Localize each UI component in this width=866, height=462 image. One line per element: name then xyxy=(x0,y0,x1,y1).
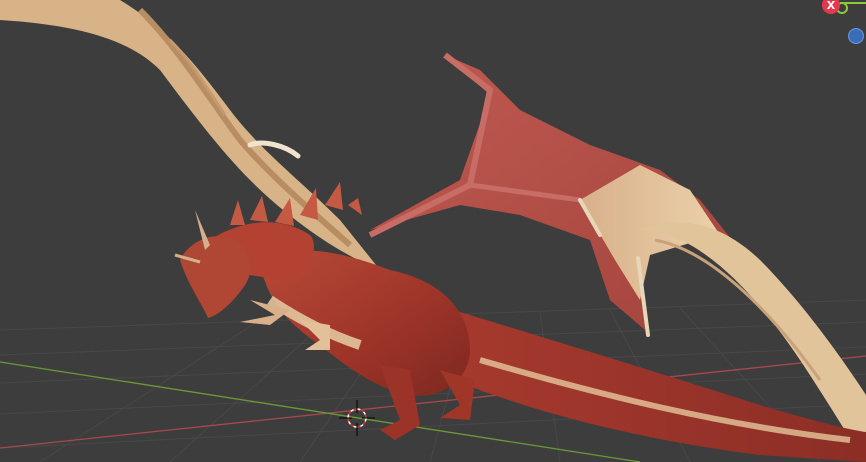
3d-viewport[interactable]: X xyxy=(0,0,866,462)
dragon-body xyxy=(210,222,475,440)
viewport-scene[interactable] xyxy=(0,0,866,462)
gizmo-z-negative-button[interactable] xyxy=(848,28,864,44)
dragon-left-wing xyxy=(0,0,380,270)
gizmo-x-label: X xyxy=(826,0,836,12)
dragon-head xyxy=(174,210,251,318)
